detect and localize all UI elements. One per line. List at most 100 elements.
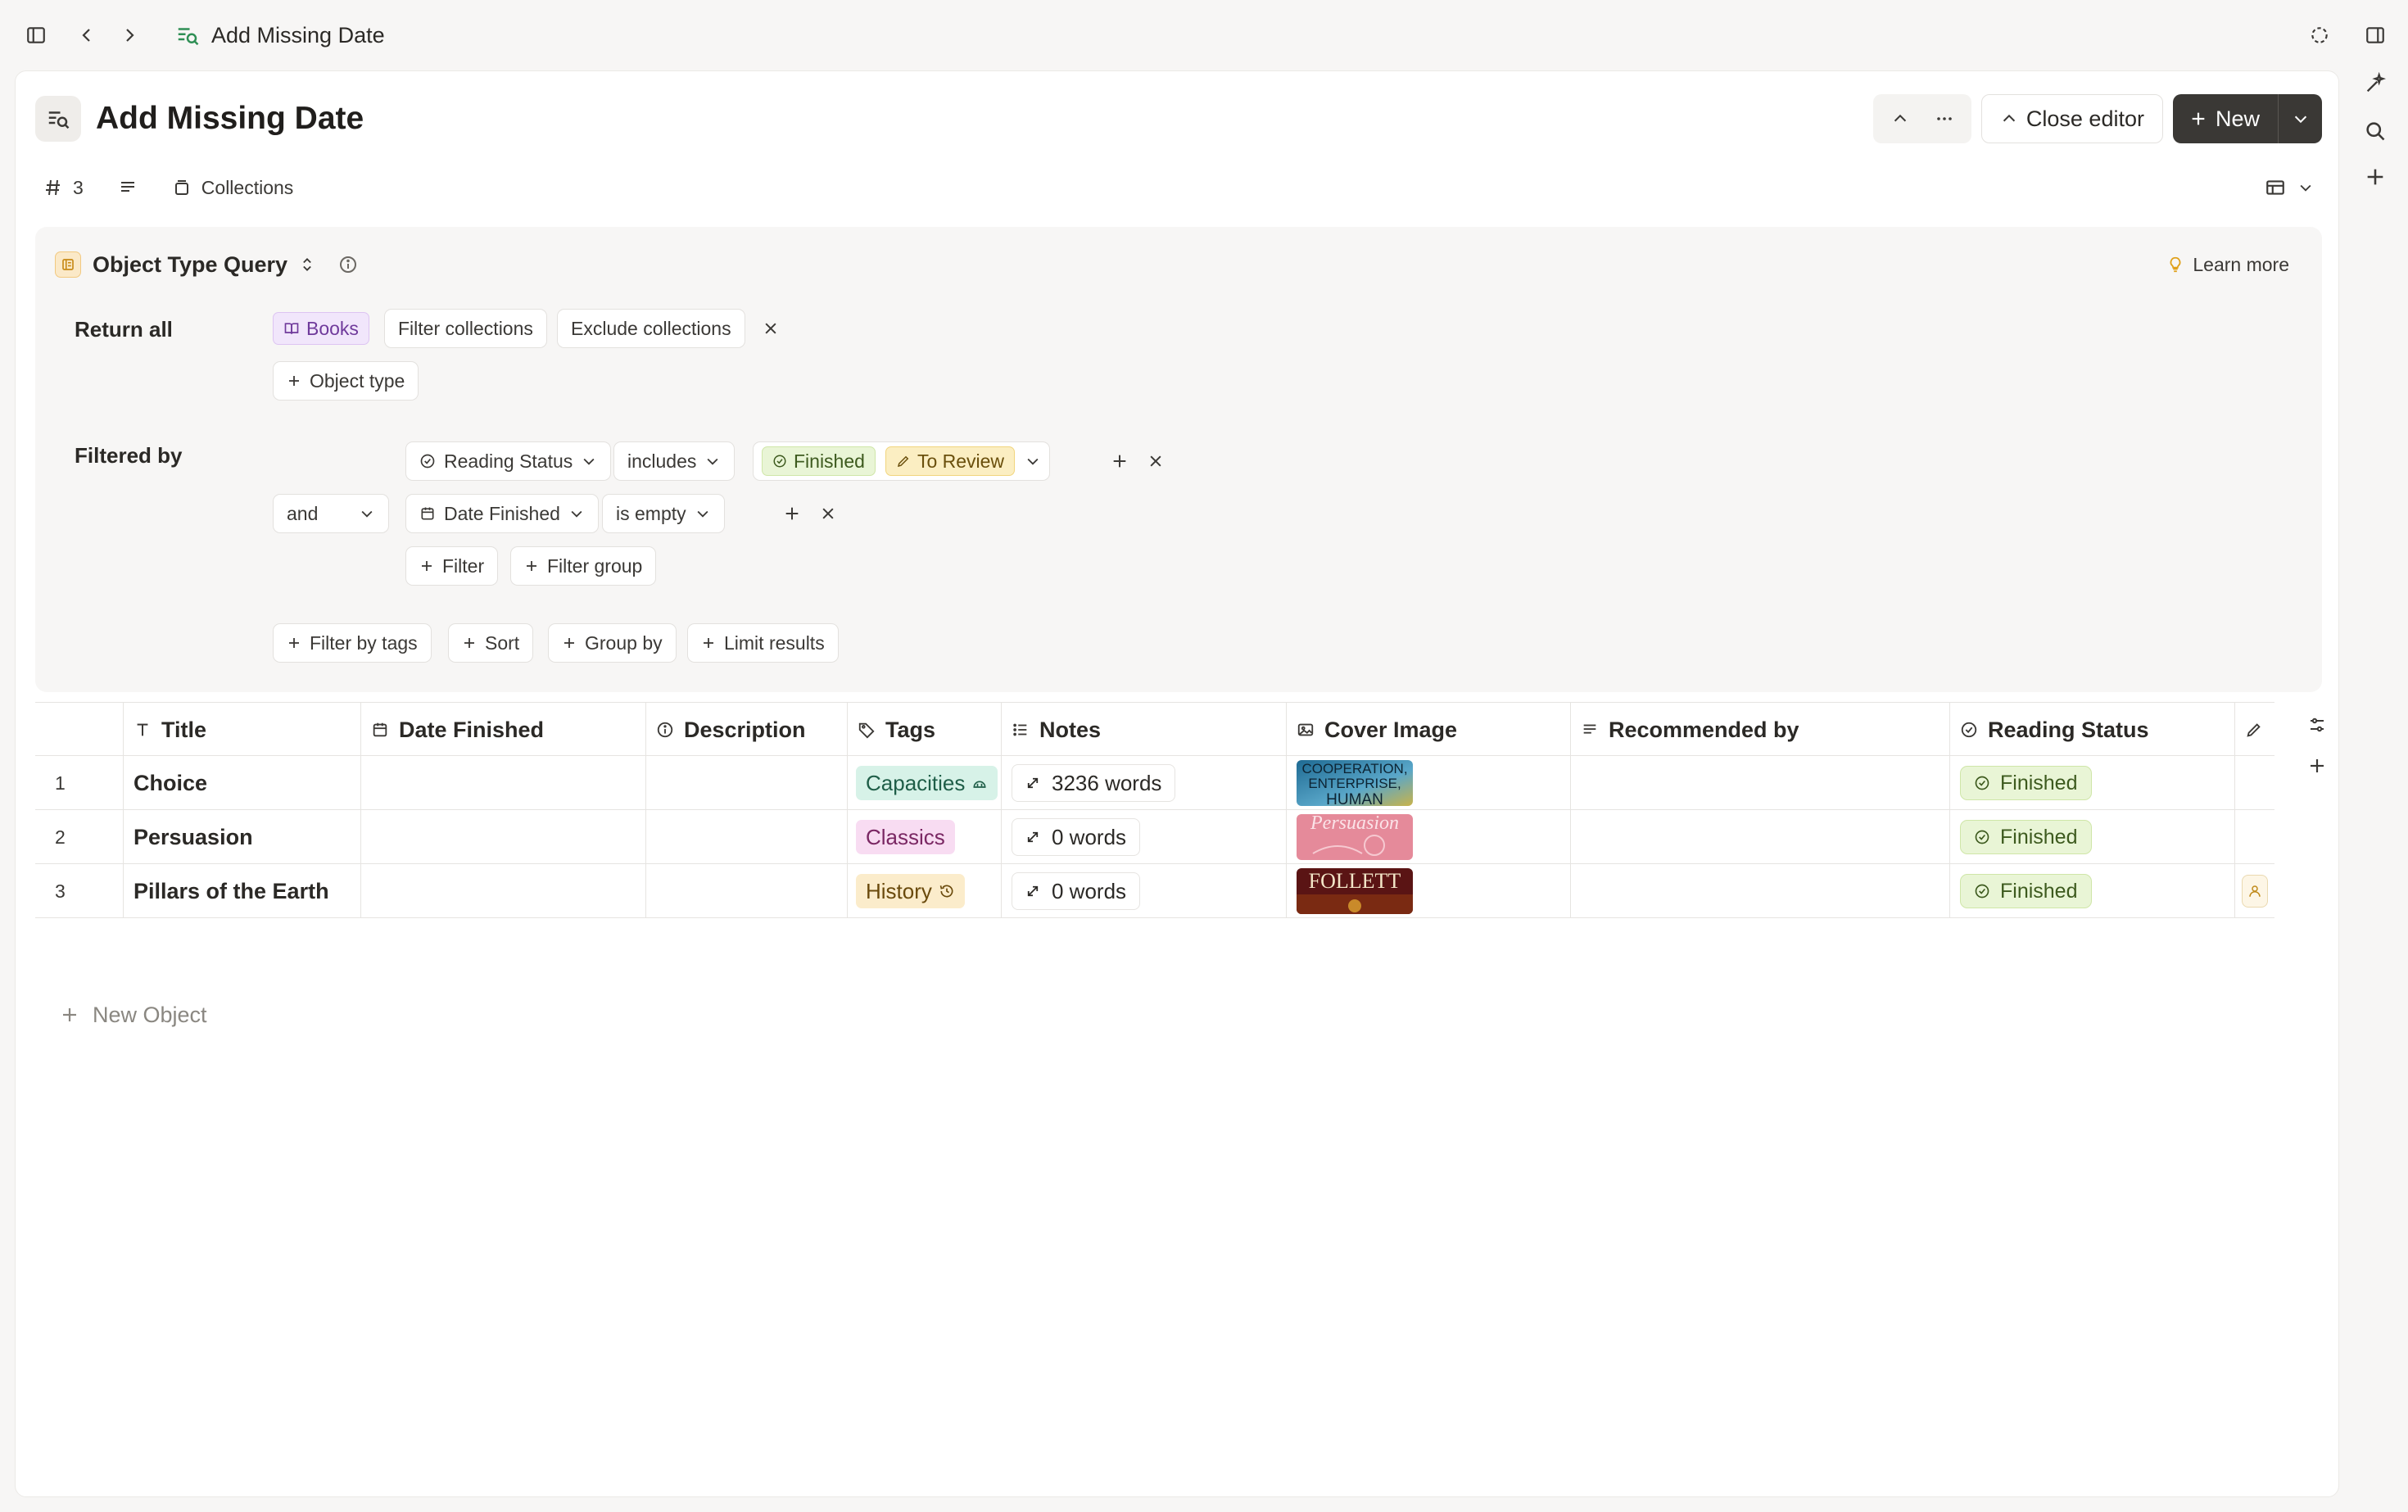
- search-icon[interactable]: [2354, 110, 2397, 152]
- sort-button[interactable]: Sort: [448, 623, 534, 663]
- reading-status-cell[interactable]: Finished: [1950, 810, 2235, 864]
- add-column-icon[interactable]: [2299, 748, 2335, 784]
- description-cell[interactable]: [646, 810, 848, 864]
- tags-cell[interactable]: Capacities: [848, 756, 1002, 810]
- add-filter-button[interactable]: Filter: [405, 546, 499, 586]
- column-header-date-finished[interactable]: Date Finished: [361, 703, 646, 757]
- object-type-books[interactable]: Books: [273, 312, 369, 345]
- recommended-by-cell[interactable]: [1571, 864, 1950, 918]
- close-editor-button[interactable]: Close editor: [1980, 94, 2163, 143]
- tag-badge[interactable]: History: [856, 874, 965, 908]
- notes-label: 3236 words: [1052, 770, 1162, 795]
- add-filter-icon[interactable]: [1103, 445, 1136, 478]
- filter-property-select[interactable]: Reading Status: [405, 441, 612, 481]
- reading-status-cell[interactable]: Finished: [1950, 756, 2235, 810]
- extra-cell[interactable]: [2235, 864, 2274, 918]
- sync-icon[interactable]: [2298, 14, 2341, 57]
- plus-icon[interactable]: [2354, 156, 2397, 198]
- title-cell[interactable]: Pillars of the Earth: [124, 864, 361, 918]
- info-icon[interactable]: [338, 255, 358, 274]
- column-header-more[interactable]: [2235, 703, 2274, 757]
- exclude-collections-button[interactable]: Exclude collections: [557, 309, 745, 348]
- new-dropdown-button[interactable]: [2278, 94, 2322, 143]
- person-icon[interactable]: [2242, 875, 2268, 908]
- new-button[interactable]: New: [2173, 94, 2278, 143]
- learn-more-link[interactable]: Learn more: [2166, 250, 2289, 279]
- tag-badge[interactable]: Classics: [856, 820, 955, 854]
- object-count[interactable]: 3: [43, 171, 84, 204]
- column-header-description[interactable]: Description: [646, 703, 848, 757]
- cover-image-cell[interactable]: Persuasion: [1287, 810, 1571, 864]
- column-header-cover-image[interactable]: Cover Image: [1287, 703, 1571, 757]
- status-badge[interactable]: Finished: [1960, 820, 2092, 854]
- back-icon[interactable]: [66, 14, 108, 57]
- date-finished-cell[interactable]: [361, 810, 646, 864]
- sparkle-icon[interactable]: [2354, 62, 2397, 105]
- notes-cell[interactable]: 3236 words: [1002, 756, 1287, 810]
- column-header-label: Notes: [1039, 717, 1102, 742]
- remove-filter-icon[interactable]: [812, 497, 844, 530]
- filter-by-tags-button[interactable]: Filter by tags: [273, 623, 432, 663]
- breadcrumb[interactable]: Add Missing Date: [175, 18, 385, 52]
- column-header-recommended-by[interactable]: Recommended by: [1571, 703, 1950, 757]
- recommended-by-cell[interactable]: [1571, 756, 1950, 810]
- query-type-selector[interactable]: Object Type Query: [55, 247, 358, 283]
- filter-operator-select[interactable]: includes: [613, 441, 736, 481]
- filter-values-select[interactable]: Finished To Review: [753, 441, 1051, 481]
- right-panel-icon[interactable]: [2354, 14, 2397, 57]
- add-filter-group-button[interactable]: Filter group: [510, 546, 657, 586]
- notes-badge[interactable]: 0 words: [1012, 872, 1141, 910]
- notes-badge[interactable]: 0 words: [1012, 818, 1141, 856]
- cover-image-cell[interactable]: FOLLETT: [1287, 864, 1571, 918]
- page-title[interactable]: Add Missing Date: [96, 96, 364, 142]
- notes-badge[interactable]: 3236 words: [1012, 764, 1176, 802]
- add-object-type-button[interactable]: Object type: [273, 361, 419, 401]
- description-cell[interactable]: [646, 756, 848, 810]
- table-row[interactable]: 2 Persuasion Classics 0 words Persuasion…: [35, 810, 2274, 864]
- filter-collections-button[interactable]: Filter collections: [384, 309, 547, 348]
- book-icon: [284, 323, 299, 334]
- table-row[interactable]: 3 Pillars of the Earth History 0 words F…: [35, 864, 2274, 918]
- chevron-up-icon[interactable]: [1878, 97, 1922, 141]
- close-icon[interactable]: [754, 312, 787, 345]
- table-row[interactable]: 1 Choice Capacities 3236 words COOPERATI…: [35, 756, 2274, 810]
- tags-cell[interactable]: Classics: [848, 810, 1002, 864]
- tags-cell[interactable]: History: [848, 864, 1002, 918]
- description-cell[interactable]: [646, 864, 848, 918]
- extra-cell[interactable]: [2235, 756, 2274, 810]
- filter-property-select[interactable]: Date Finished: [405, 494, 599, 533]
- add-filter-icon[interactable]: [776, 497, 808, 530]
- recommended-by-cell[interactable]: [1571, 810, 1950, 864]
- view-switcher[interactable]: [2265, 171, 2314, 204]
- notes-cell[interactable]: 0 words: [1002, 810, 1287, 864]
- notes-cell[interactable]: 0 words: [1002, 864, 1287, 918]
- sidebar-toggle-icon[interactable]: [15, 14, 57, 57]
- extra-cell[interactable]: [2235, 810, 2274, 864]
- text-lines-icon[interactable]: [118, 171, 138, 204]
- date-finished-cell[interactable]: [361, 864, 646, 918]
- column-header-reading-status[interactable]: Reading Status: [1950, 703, 2235, 757]
- forward-icon[interactable]: [108, 14, 151, 57]
- more-icon[interactable]: [1922, 97, 1967, 141]
- settings-sliders-icon[interactable]: [2299, 707, 2335, 743]
- status-badge[interactable]: Finished: [1960, 874, 2092, 908]
- filter-conjunction-select[interactable]: and: [273, 494, 389, 533]
- column-header-title[interactable]: Title: [124, 703, 361, 757]
- tag-badge[interactable]: Capacities: [856, 766, 998, 800]
- status-badge[interactable]: Finished: [1960, 766, 2092, 800]
- new-button-group: New: [2172, 94, 2322, 143]
- query-icon[interactable]: [35, 96, 81, 142]
- date-finished-cell[interactable]: [361, 756, 646, 810]
- title-cell[interactable]: Persuasion: [124, 810, 361, 864]
- group-by-button[interactable]: Group by: [548, 623, 677, 663]
- collections-button[interactable]: Collections: [172, 171, 293, 204]
- title-cell[interactable]: Choice: [124, 756, 361, 810]
- limit-results-button[interactable]: Limit results: [687, 623, 839, 663]
- new-object-button[interactable]: New Object: [60, 998, 207, 1031]
- remove-filter-icon[interactable]: [1139, 445, 1172, 478]
- column-header-notes[interactable]: Notes: [1002, 703, 1287, 757]
- cover-image-cell[interactable]: COOPERATION, ENTERPRISE, HUMAN: [1287, 756, 1571, 810]
- reading-status-cell[interactable]: Finished: [1950, 864, 2235, 918]
- column-header-tags[interactable]: Tags: [848, 703, 1002, 757]
- filter-operator-select[interactable]: is empty: [602, 494, 725, 533]
